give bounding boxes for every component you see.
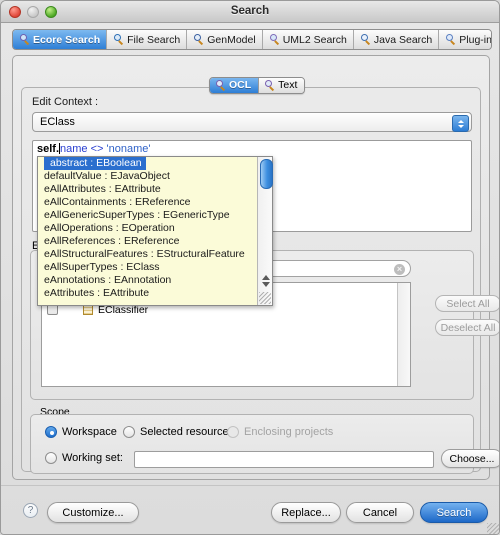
scrollbar-thumb[interactable] — [260, 159, 273, 189]
tab-uml2-search[interactable]: UML2 Search — [262, 30, 354, 49]
tab-label: Java Search — [373, 33, 433, 46]
replace-button[interactable]: Replace... — [271, 502, 341, 523]
choose-button[interactable]: Choose... — [441, 449, 499, 468]
scope-group: Workspace Selected resources Enclosing p… — [30, 414, 499, 474]
search-icon — [269, 34, 280, 45]
radio-enclosing-projects — [227, 426, 239, 438]
select-all-button[interactable]: Select All — [435, 295, 499, 312]
list-item[interactable]: eAllSuperTypes : EClass — [38, 261, 257, 274]
toggle-ocl-label: OCL — [229, 79, 252, 91]
toggle-text[interactable]: Text — [259, 78, 305, 93]
ocl-string-literal: 'noname' — [106, 143, 151, 155]
stepper-arrows-icon[interactable] — [452, 115, 469, 132]
tab-file-search[interactable]: File Search — [107, 30, 188, 49]
scope-working-set-radio-row[interactable]: Working set: — [45, 452, 123, 464]
edit-context-label: Edit Context : — [32, 96, 99, 108]
list-item[interactable]: eAllAttributes : EAttribute — [38, 183, 257, 196]
list-item[interactable]: eAllContainments : EReference — [38, 196, 257, 209]
window-title: Search — [230, 5, 270, 17]
title-bar: Search — [1, 1, 499, 23]
search-page-tabs: Ecore Search File Search GenModel UML2 S… — [12, 29, 492, 50]
dialog-footer: ? Customize... Replace... Cancel Search — [1, 485, 499, 534]
tab-label: GenModel — [207, 33, 256, 46]
deselect-all-button[interactable]: Deselect All — [435, 319, 499, 336]
customize-button[interactable]: Customize... — [47, 502, 139, 523]
radio-working-set-label: Working set: — [62, 452, 123, 464]
autocomplete-popup[interactable]: abstract : EBoolean defaultValue : EJava… — [37, 156, 273, 306]
list-item[interactable]: eAttributes : EAttribute — [38, 287, 257, 300]
list-scrollbar[interactable] — [397, 283, 410, 386]
resize-grip-icon[interactable] — [259, 292, 271, 304]
dialog-body: Ecore Search File Search GenModel UML2 S… — [1, 23, 499, 534]
radio-working-set[interactable] — [45, 452, 57, 464]
tab-ecore-search[interactable]: Ecore Search — [13, 30, 108, 49]
help-question-icon[interactable]: ? — [23, 503, 38, 518]
search-icon — [360, 34, 371, 45]
search-icon — [215, 79, 226, 91]
list-item[interactable]: eAllReferences : EReference — [38, 235, 257, 248]
triangle-up-icon[interactable] — [261, 275, 270, 280]
list-item[interactable]: defaultValue : EJavaObject — [38, 170, 257, 183]
autocomplete-scrollbar[interactable] — [257, 157, 273, 305]
radio-selected-resources[interactable] — [123, 426, 135, 438]
radio-selected-resources-label: Selected resources — [140, 426, 235, 438]
autocomplete-item-label: abstract : EBoolean — [44, 157, 146, 170]
radio-workspace-label: Workspace — [62, 426, 117, 438]
autocomplete-list[interactable]: abstract : EBoolean defaultValue : EJava… — [38, 157, 257, 305]
search-icon — [445, 34, 456, 45]
ocl-self-token: self. — [37, 143, 60, 155]
tab-genmodel[interactable]: GenModel — [187, 30, 263, 49]
scrollbar-arrows[interactable] — [260, 273, 271, 289]
edit-context-combo[interactable]: EClass — [32, 112, 472, 132]
working-set-input[interactable] — [134, 451, 434, 468]
list-item[interactable]: eAllStructuralFeatures : EStructuralFeat… — [38, 248, 257, 261]
tab-label: Ecore Search — [33, 33, 101, 46]
tab-plugin-search[interactable]: Plug-in Search — [439, 30, 492, 49]
tab-label: File Search — [127, 33, 181, 46]
triangle-down-icon[interactable] — [261, 282, 270, 287]
search-icon — [193, 34, 204, 45]
tab-label: UML2 Search — [282, 33, 347, 46]
edit-context-value: EClass — [40, 116, 75, 128]
radio-workspace[interactable] — [45, 426, 57, 438]
list-item[interactable]: abstract : EBoolean — [38, 157, 257, 170]
tab-java-search[interactable]: Java Search — [353, 30, 440, 49]
list-item[interactable]: eAnnotations : EAnnotation — [38, 274, 257, 287]
search-dialog-window: Search Ecore Search File Search GenModel… — [0, 0, 500, 535]
toggle-text-label: Text — [278, 79, 298, 91]
mode-toggle: OCL Text — [209, 77, 306, 94]
scope-workspace-radio-row[interactable]: Workspace — [45, 426, 117, 438]
search-button[interactable]: Search — [420, 502, 488, 523]
scope-enclosing-projects-radio-row: Enclosing projects — [227, 426, 333, 438]
search-icon — [264, 79, 275, 91]
ocl-expression-body: name <> — [60, 143, 107, 155]
clear-circle-icon[interactable]: × — [394, 264, 405, 275]
list-item[interactable]: eAllOperations : EOperation — [38, 222, 257, 235]
window-resize-grip-icon[interactable] — [487, 523, 499, 534]
cancel-button[interactable]: Cancel — [346, 502, 414, 523]
toggle-ocl[interactable]: OCL — [210, 78, 260, 93]
tab-label: Plug-in Search — [459, 33, 492, 46]
ocl-expression-text: self.name <> 'noname' — [37, 143, 150, 155]
scope-selected-resources-radio-row[interactable]: Selected resources — [123, 426, 234, 438]
search-icon — [113, 34, 124, 45]
radio-enclosing-projects-label: Enclosing projects — [244, 426, 334, 438]
search-icon — [19, 34, 30, 45]
list-item[interactable]: eAllGenericSuperTypes : EGenericType — [38, 209, 257, 222]
